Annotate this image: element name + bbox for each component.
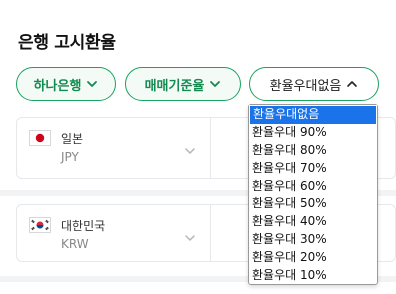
discount-option[interactable]: 환율우대 60% <box>249 178 377 196</box>
page-title: 은행 고시환율 <box>18 33 116 53</box>
currency-code: KRW <box>61 237 89 251</box>
discount-option[interactable]: 환율우대 80% <box>249 142 377 160</box>
chevron-up-icon <box>346 78 358 90</box>
japan-flag-icon <box>29 130 51 146</box>
discount-option[interactable]: 환율우대 70% <box>249 160 377 178</box>
currency-name: 대한민국 <box>61 219 106 233</box>
discount-dropdown-list[interactable]: 환율우대없음 환율우대 90% 환율우대 80% 환율우대 70% 환율우대 6… <box>248 104 378 285</box>
discount-option[interactable]: 환율우대 10% <box>249 267 377 285</box>
currency-name: 일본 <box>61 132 84 146</box>
chevron-down-icon <box>86 78 98 90</box>
discount-option[interactable]: 환율우대 30% <box>249 231 377 249</box>
bank-filter-button[interactable]: 하나은행 <box>16 67 116 101</box>
currency-select-jpy[interactable]: 일본 JPY <box>17 118 211 178</box>
rate-type-filter-button[interactable]: 매매기준율 <box>125 67 241 101</box>
discount-option[interactable]: 환율우대 20% <box>249 249 377 267</box>
currency-select-krw[interactable]: 대한민국 KRW <box>17 205 211 261</box>
chevron-down-icon <box>209 78 221 90</box>
discount-filter-button[interactable]: 환율우대없음 <box>249 67 379 101</box>
korea-flag-icon <box>29 217 51 233</box>
chevron-down-icon <box>184 142 196 161</box>
discount-option[interactable]: 환율우대 50% <box>249 195 377 213</box>
discount-option-selected[interactable]: 환율우대없음 <box>249 105 377 125</box>
discount-option[interactable]: 환율우대 40% <box>249 213 377 231</box>
bank-filter-label: 하나은행 <box>33 78 82 94</box>
currency-code: JPY <box>61 150 79 164</box>
chevron-down-icon <box>184 229 196 248</box>
discount-option[interactable]: 환율우대 90% <box>249 124 377 142</box>
rate-type-filter-label: 매매기준율 <box>144 78 205 94</box>
discount-filter-label: 환율우대없음 <box>269 78 342 94</box>
